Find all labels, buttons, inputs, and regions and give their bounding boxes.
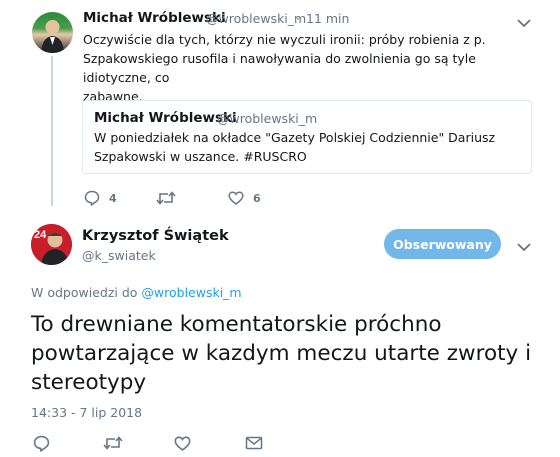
retweet-icon [156, 191, 176, 205]
parent-text-line: Oczywiście dla tych, którzy nie wyczuli … [83, 32, 486, 47]
reply-context-prefix: W odpowiedzi do [31, 285, 138, 300]
parent-like-button[interactable]: 6 [228, 190, 261, 206]
follow-button[interactable]: Obserwowany [384, 229, 501, 259]
quoted-author-name: Michał Wróblewski [94, 110, 237, 126]
parent-author-name[interactable]: Michał Wróblewski [83, 10, 226, 26]
reply-icon [84, 190, 100, 206]
parent-author-avatar[interactable] [32, 12, 73, 53]
main-tweet-text: To drewniane komentatorskie próchno powt… [31, 312, 532, 395]
parent-reply-button[interactable]: 4 [84, 190, 117, 206]
parent-author-handle[interactable]: @wroblewski_m [206, 11, 306, 26]
time-separator: · [296, 11, 300, 26]
main-dm-button[interactable] [245, 435, 263, 451]
parent-chevron-down-icon[interactable] [516, 14, 532, 28]
quoted-text-line: Szpakowski w uszance. #RUSCRO [94, 149, 307, 164]
main-reply-button[interactable] [33, 435, 50, 452]
parent-text-line: Szpakowskiego rusofila i nawoływania do … [83, 51, 476, 85]
reply-icon [33, 435, 50, 452]
retweet-icon [103, 436, 123, 450]
envelope-icon [245, 436, 263, 450]
main-author-handle[interactable]: @k_swiatek [82, 248, 156, 263]
main-author-avatar[interactable]: 24 [31, 224, 72, 265]
quoted-tweet-text: W poniedziałek na okładce "Gazety Polski… [94, 128, 524, 166]
quoted-author-handle: @wroblewski_m [217, 111, 318, 126]
quoted-text-line: W poniedziałek na okładce "Gazety Polski… [94, 130, 496, 145]
main-retweet-button[interactable] [103, 435, 123, 451]
main-like-button[interactable] [174, 435, 191, 452]
tweet-timestamp[interactable]: 14:33 - 7 lip 2018 [31, 405, 142, 420]
heart-icon [174, 436, 191, 451]
parent-tweet-text: Oczywiście dla tych, którzy nie wyczuli … [83, 30, 543, 106]
thread-line [51, 56, 53, 206]
main-chevron-down-icon[interactable] [516, 238, 532, 252]
like-count: 6 [253, 191, 261, 205]
reply-context: W odpowiedzi do @wroblewski_m [31, 285, 242, 300]
parent-retweet-button[interactable] [156, 190, 182, 206]
parent-time[interactable]: 11 min [306, 11, 349, 26]
follow-button-label: Obserwowany [393, 236, 492, 252]
reply-to-link[interactable]: @wroblewski_m [141, 285, 241, 300]
main-author-name[interactable]: Krzysztof Świątek [82, 228, 229, 244]
reply-count: 4 [109, 191, 117, 205]
quoted-tweet-card[interactable]: Michał Wróblewski @wroblewski_m W ponied… [82, 100, 532, 174]
svg-text:24: 24 [34, 229, 47, 241]
heart-icon [228, 191, 244, 205]
